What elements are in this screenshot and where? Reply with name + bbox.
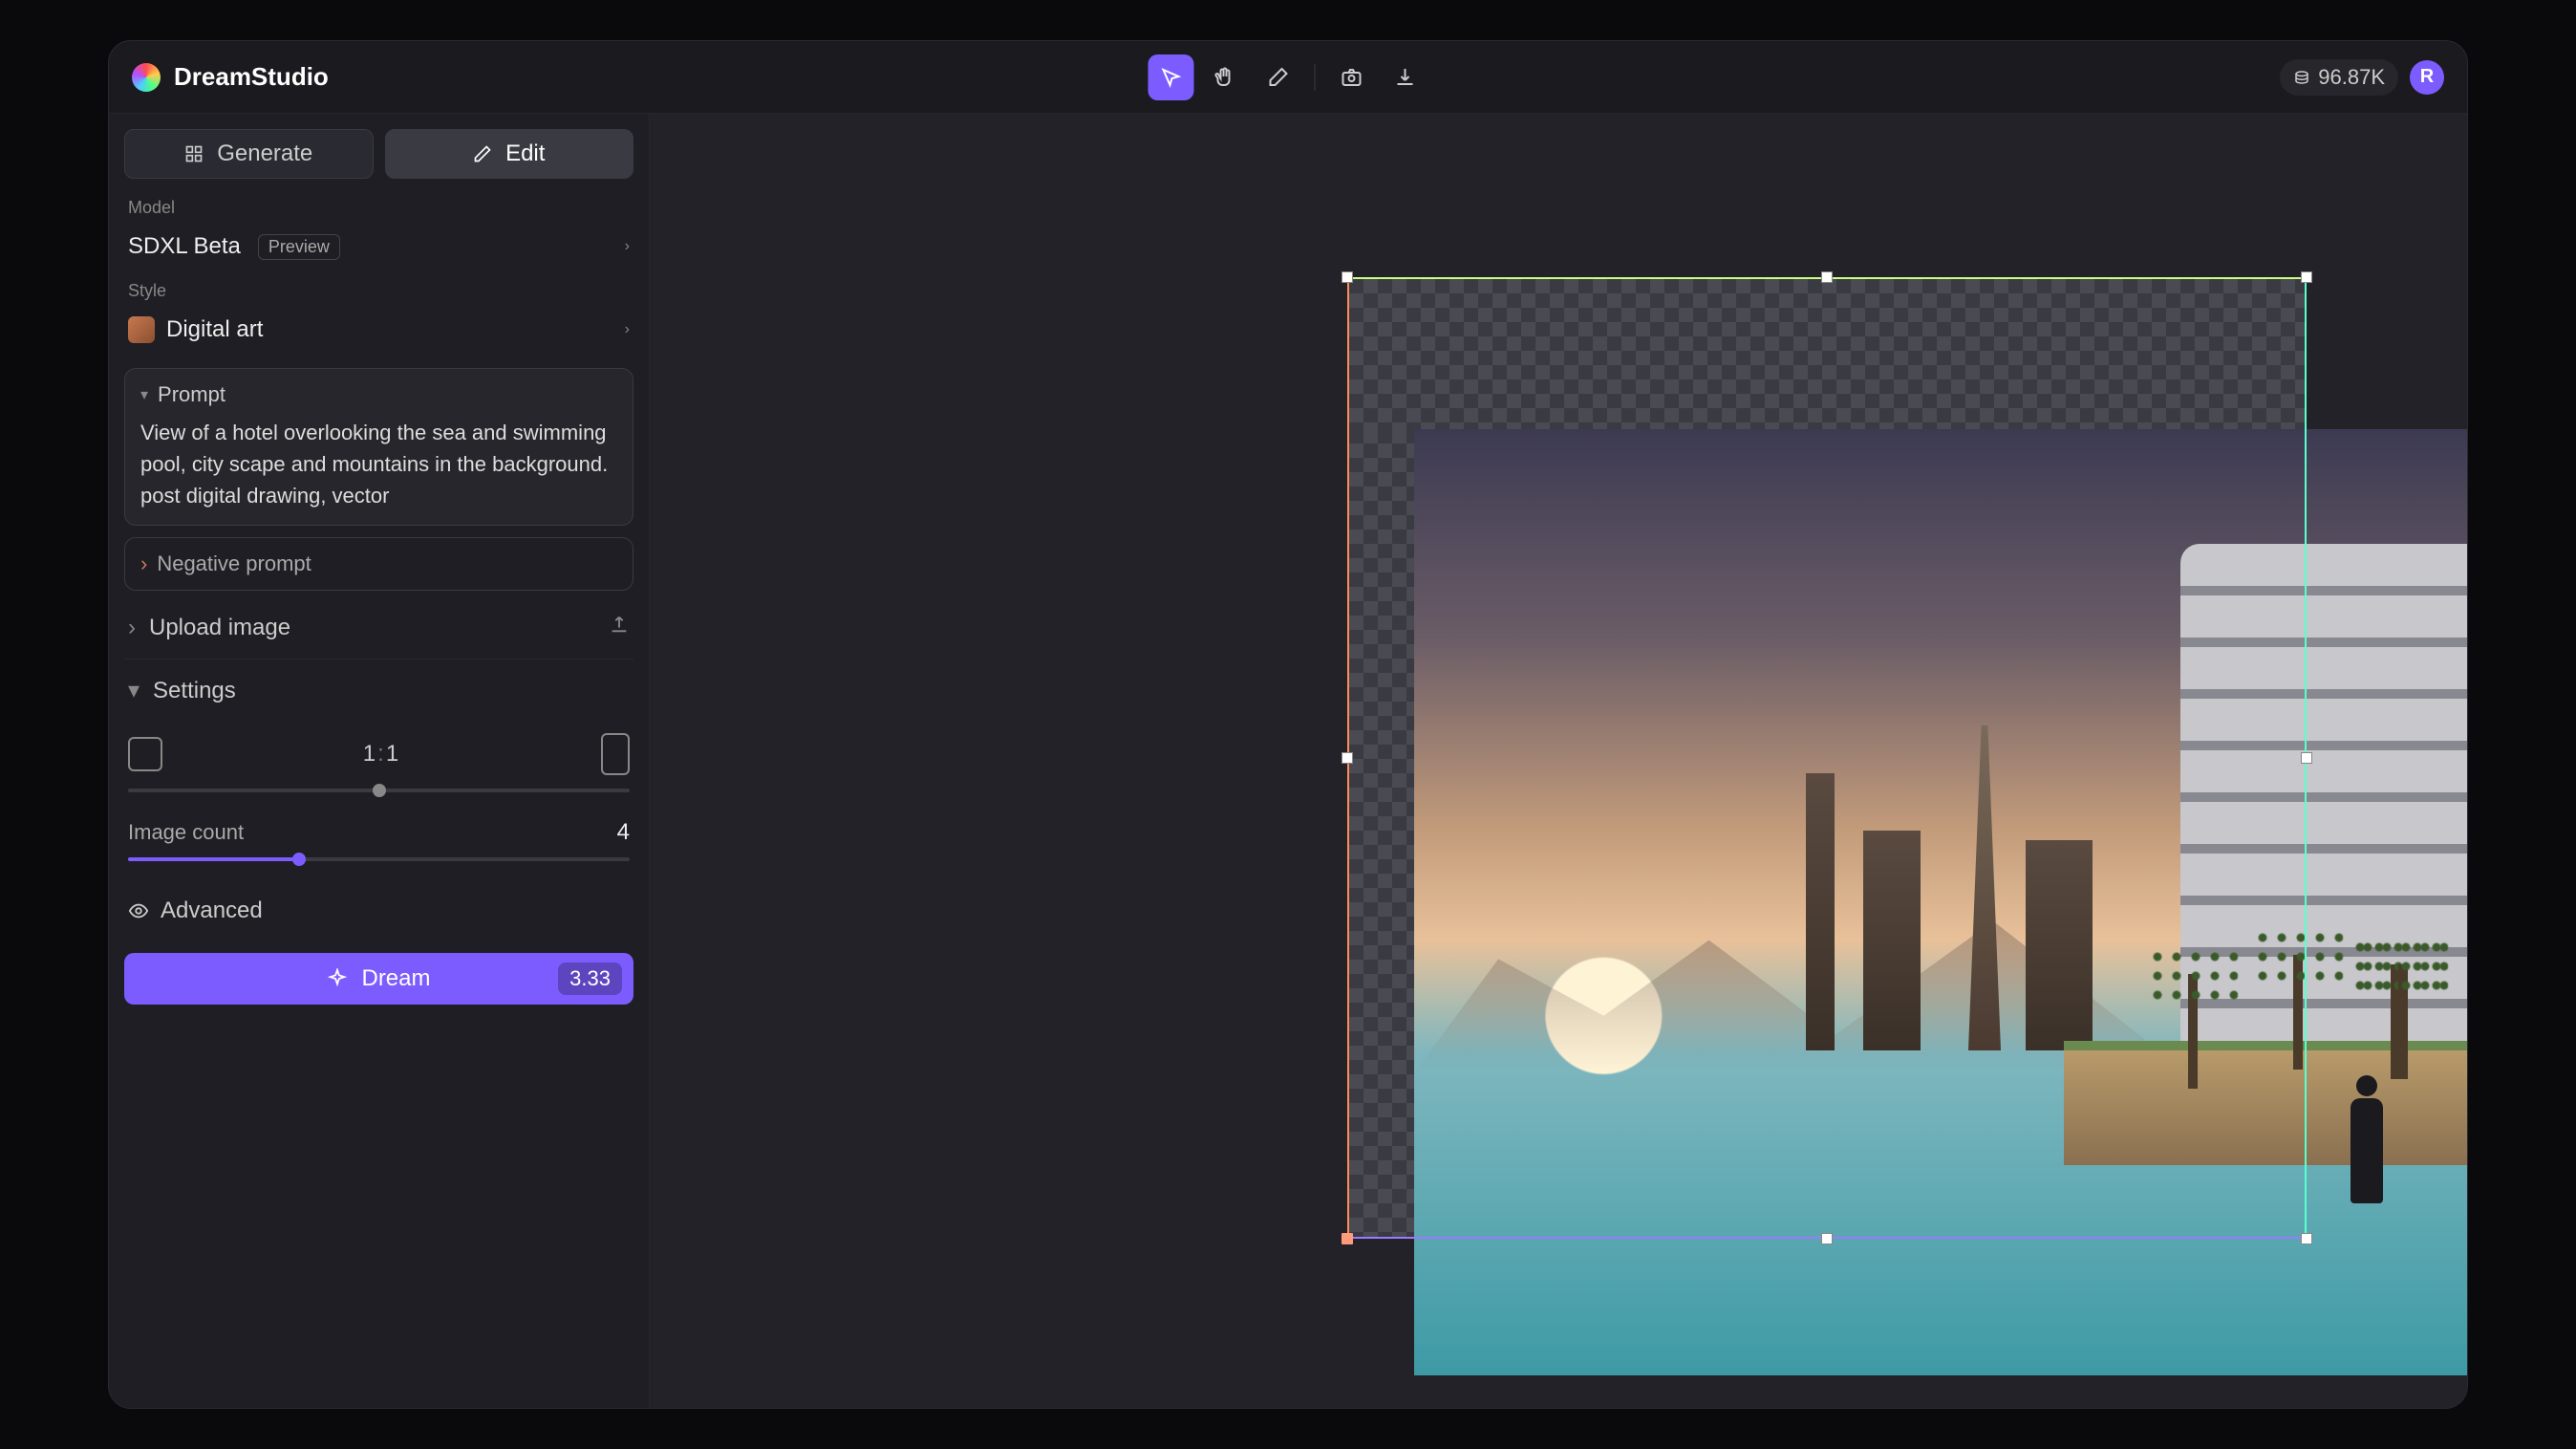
dream-cost: 3.33 <box>558 962 622 995</box>
chevron-right-icon: › <box>140 551 147 576</box>
image-count-slider[interactable] <box>128 857 630 861</box>
tab-edit-label: Edit <box>505 141 545 167</box>
prompt-text[interactable]: View of a hotel overlooking the sea and … <box>140 417 617 511</box>
tool-divider <box>1315 64 1316 91</box>
aspect-value: 1:1 <box>363 741 400 768</box>
style-value: Digital art <box>166 316 263 343</box>
selection-frame[interactable] <box>1347 277 2307 1239</box>
dream-label: Dream <box>361 965 430 992</box>
negative-prompt-label: Negative prompt <box>157 551 311 576</box>
style-label: Style <box>124 281 633 301</box>
eye-icon <box>128 900 149 921</box>
mode-tabs: Generate Edit <box>124 129 633 179</box>
chevron-right-icon: › <box>625 238 630 255</box>
model-badge: Preview <box>258 234 340 260</box>
app-body: Generate Edit Model SDXL Beta Preview › … <box>109 114 2467 1408</box>
tab-generate[interactable]: Generate <box>124 129 374 179</box>
sparkle-icon <box>327 968 348 989</box>
upload-image-row[interactable]: › Upload image <box>124 596 633 660</box>
settings-row[interactable]: ▾ Settings <box>124 660 633 722</box>
aspect-landscape-icon[interactable] <box>128 737 162 771</box>
tab-edit[interactable]: Edit <box>385 129 634 179</box>
chevron-right-icon: › <box>128 615 136 641</box>
resize-handle[interactable] <box>1342 271 1353 283</box>
camera-tool[interactable] <box>1329 54 1375 100</box>
canvas-tools <box>1148 54 1428 100</box>
image-count-value: 4 <box>617 819 630 846</box>
canvas[interactable] <box>650 114 2467 1408</box>
select-tool[interactable] <box>1148 54 1194 100</box>
app-window: DreamStudio 96.87K R <box>108 40 2468 1409</box>
top-bar: DreamStudio 96.87K R <box>109 41 2467 114</box>
grid-icon <box>184 144 204 163</box>
topbar-right: 96.87K R <box>2280 59 2444 96</box>
image-count-label: Image count <box>128 820 244 845</box>
prompt-label: Prompt <box>158 382 225 407</box>
dream-button[interactable]: Dream 3.33 <box>124 953 633 1005</box>
aspect-ratio-row: 1:1 <box>124 722 633 781</box>
slider-thumb[interactable] <box>292 853 306 866</box>
slider-thumb[interactable] <box>373 784 386 797</box>
resize-handle[interactable] <box>1821 271 1833 283</box>
user-avatar[interactable]: R <box>2410 60 2444 95</box>
scene-palm <box>2398 964 2408 1079</box>
style-select[interactable]: Digital art › <box>124 305 633 355</box>
negative-prompt-box[interactable]: › Negative prompt <box>124 537 633 591</box>
upload-label: Upload image <box>149 615 290 641</box>
pencil-icon <box>473 144 492 163</box>
download-tool[interactable] <box>1383 54 1428 100</box>
chevron-down-icon: ▾ <box>128 677 140 704</box>
resize-handle[interactable] <box>2301 752 2312 764</box>
camera-icon <box>1341 66 1363 89</box>
tab-generate-label: Generate <box>217 141 312 167</box>
download-icon <box>1394 66 1417 89</box>
scene-person <box>2351 1098 2383 1203</box>
pan-tool[interactable] <box>1202 54 1248 100</box>
slider-fill <box>128 857 299 861</box>
brand-logo-icon <box>132 63 161 92</box>
sidebar: Generate Edit Model SDXL Beta Preview › … <box>109 114 650 1408</box>
upload-icon[interactable] <box>609 614 630 641</box>
model-select[interactable]: SDXL Beta Preview › <box>124 222 633 271</box>
advanced-row[interactable]: Advanced <box>124 880 633 941</box>
image-count-row: Image count 4 <box>124 811 633 850</box>
brand: DreamStudio <box>132 62 329 92</box>
coins-icon <box>2293 69 2310 86</box>
eraser-icon <box>1267 66 1290 89</box>
model-label: Model <box>124 198 633 218</box>
prompt-box[interactable]: ▾ Prompt View of a hotel overlooking the… <box>124 368 633 526</box>
advanced-label: Advanced <box>161 898 263 924</box>
credits-pill[interactable]: 96.87K <box>2280 59 2398 96</box>
credits-value: 96.87K <box>2318 65 2385 90</box>
style-thumb-icon <box>128 316 155 343</box>
erase-tool[interactable] <box>1256 54 1301 100</box>
resize-handle[interactable] <box>2301 1233 2312 1244</box>
chevron-right-icon: › <box>625 321 630 338</box>
resize-handle[interactable] <box>2301 271 2312 283</box>
prompt-header[interactable]: ▾ Prompt <box>140 382 617 407</box>
corner-indicator <box>1342 1233 1353 1244</box>
cursor-icon <box>1160 66 1183 89</box>
settings-label: Settings <box>153 678 236 704</box>
hand-icon <box>1213 66 1236 89</box>
aspect-portrait-icon[interactable] <box>601 733 630 775</box>
frame-border <box>1347 277 2307 1239</box>
aspect-slider[interactable] <box>128 789 630 792</box>
resize-handle[interactable] <box>1821 1233 1833 1244</box>
brand-name: DreamStudio <box>174 62 329 92</box>
model-value: SDXL Beta <box>128 233 241 260</box>
chevron-down-icon: ▾ <box>140 385 148 404</box>
resize-handle[interactable] <box>1342 752 1353 764</box>
